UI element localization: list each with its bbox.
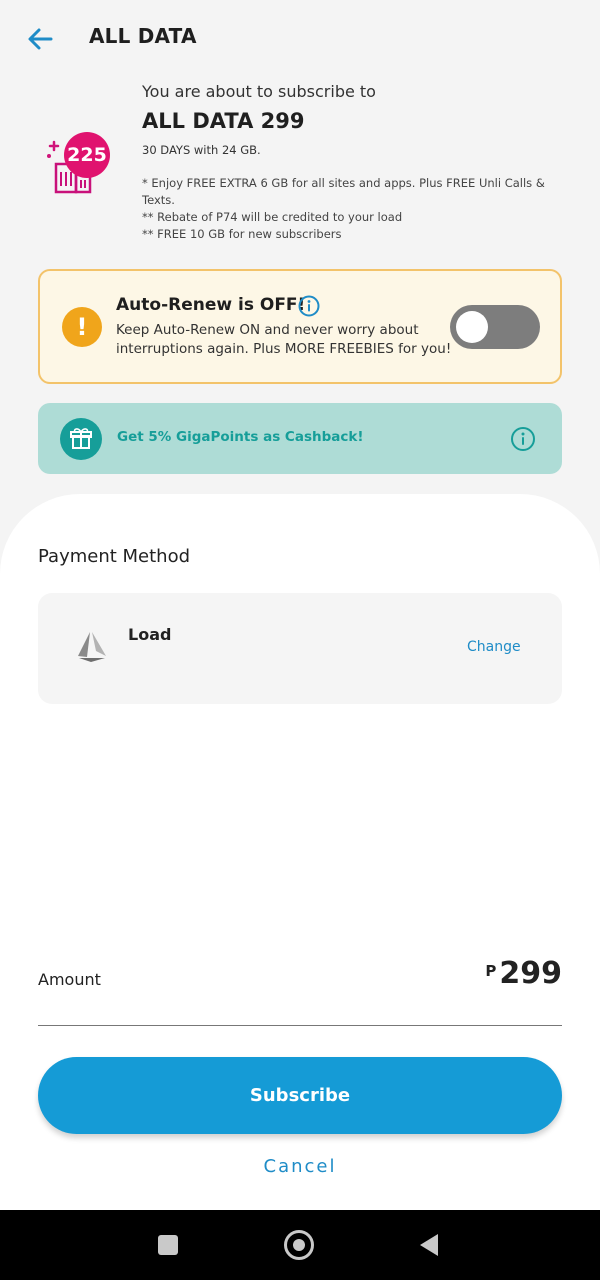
- amount-divider: [38, 1025, 562, 1026]
- auto-renew-info-button[interactable]: [298, 295, 320, 317]
- system-nav-bar: [0, 1210, 600, 1280]
- auto-renew-title: Auto-Renew is OFF!: [116, 295, 306, 315]
- amount-number: 299: [499, 956, 562, 991]
- badge-value: 225: [67, 144, 107, 166]
- subscribe-button[interactable]: Subscribe: [38, 1057, 562, 1134]
- warning-icon: !: [62, 307, 102, 347]
- subscribe-intro: You are about to subscribe to: [142, 82, 376, 101]
- recents-icon[interactable]: [158, 1235, 178, 1255]
- header: ALL DATA: [0, 0, 600, 76]
- back-button[interactable]: [24, 24, 58, 54]
- cashback-banner: Get 5% GigaPoints as Cashback!: [38, 403, 562, 474]
- plan-notes: * Enjoy FREE EXTRA 6 GB for all sites an…: [142, 175, 572, 243]
- amount-label: Amount: [38, 970, 101, 989]
- arrow-left-icon: [28, 28, 53, 50]
- amount-value: P 299: [485, 956, 562, 991]
- toggle-knob: [456, 311, 488, 343]
- payment-method-label: Load: [128, 625, 172, 644]
- change-payment-link[interactable]: Change: [467, 639, 521, 655]
- currency-symbol: P: [485, 962, 497, 980]
- page-title: ALL DATA: [89, 24, 197, 48]
- offer-details: You are about to subscribe to ALL DATA 2…: [142, 80, 572, 243]
- plan-note: ** Rebate of P74 will be credited to you…: [142, 210, 403, 224]
- auto-renew-card: ! Auto-Renew is OFF! Keep Auto-Renew ON …: [38, 269, 562, 384]
- home-dot: [293, 1239, 305, 1251]
- cancel-button[interactable]: Cancel: [0, 1156, 600, 1177]
- cashback-info-button[interactable]: [510, 426, 536, 452]
- subscribe-screen: ALL DATA 225 You are about to subscribe …: [0, 0, 600, 1280]
- auto-renew-toggle[interactable]: [450, 305, 540, 349]
- payment-method-title: Payment Method: [38, 546, 191, 567]
- plan-note: ** FREE 10 GB for new subscribers: [142, 227, 342, 241]
- auto-renew-description: Keep Auto-Renew ON and never worry about…: [116, 322, 452, 357]
- all-data-badge-icon: 225: [42, 128, 114, 200]
- gift-icon: [60, 418, 102, 460]
- nav-back-icon[interactable]: [418, 1232, 440, 1258]
- plan-note: * Enjoy FREE EXTRA 6 GB for all sites an…: [142, 176, 545, 207]
- plan-name: ALL DATA 299: [142, 109, 305, 133]
- payment-method-card[interactable]: Load Change: [38, 593, 562, 704]
- cashback-text: Get 5% GigaPoints as Cashback!: [117, 429, 364, 445]
- payment-sheet: Payment Method Load Change Amount P 299 …: [0, 494, 600, 1210]
- home-icon[interactable]: [284, 1230, 314, 1260]
- plan-validity: 30 DAYS with 24 GB.: [142, 143, 261, 157]
- load-logo-icon: [75, 629, 109, 663]
- info-icon: [511, 427, 535, 451]
- info-icon: [298, 295, 320, 317]
